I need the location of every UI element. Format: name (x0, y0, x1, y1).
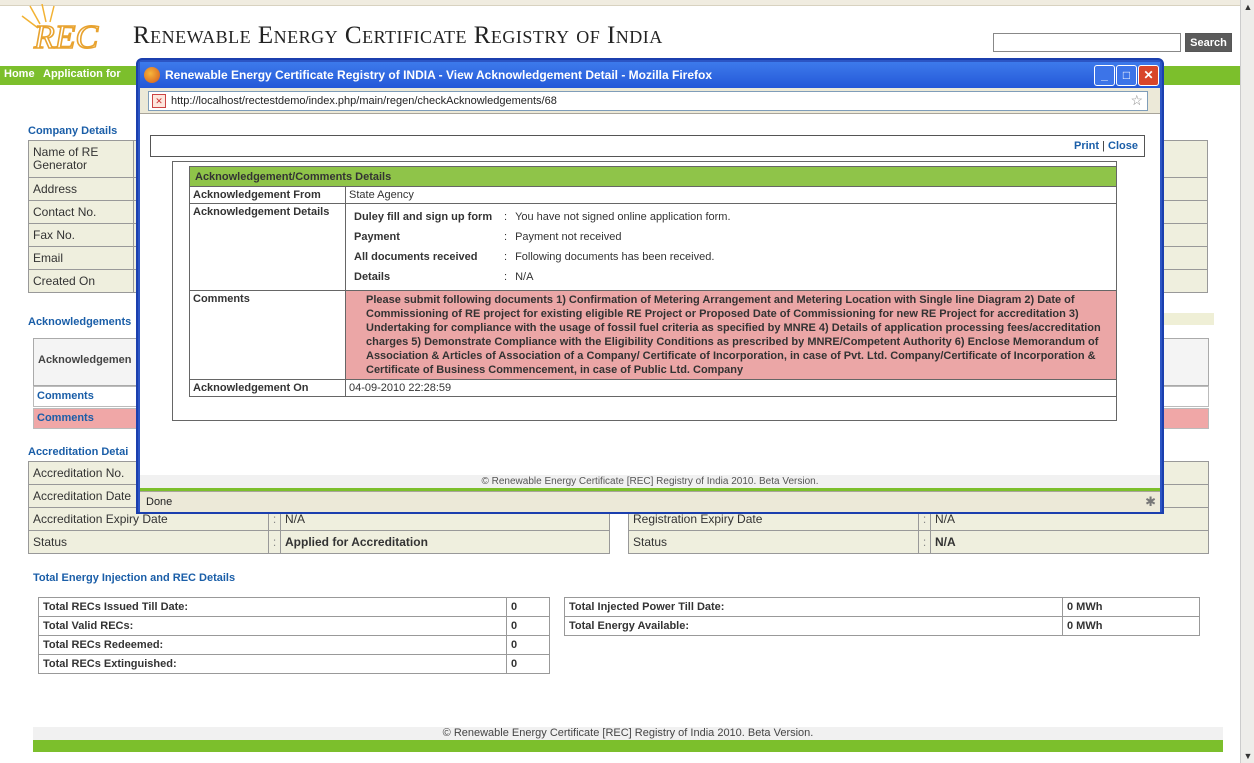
nav-application-for[interactable]: Application for (43, 68, 121, 80)
print-bar: Print | Close (150, 135, 1145, 157)
url-field[interactable]: ✕ http://localhost/rectestdemo/index.php… (148, 91, 1148, 111)
search-button[interactable]: Search (1185, 33, 1232, 52)
acknowledgement-column-header: Acknowledgemen (38, 354, 132, 366)
popup-window: Renewable Energy Certificate Registry of… (136, 58, 1164, 514)
print-link[interactable]: Print (1074, 140, 1099, 152)
company-label: Fax No. (28, 223, 134, 247)
ack-on-value: 04-09-2010 22:28:59 (345, 379, 1116, 397)
totals-value: 0 (506, 654, 550, 674)
site-title: Renewable Energy Certificate Registry of… (133, 22, 663, 49)
accreditation-status-value: Applied for Accreditation (280, 530, 610, 554)
totals-label: Total Valid RECs: (38, 616, 507, 636)
search-input[interactable] (993, 33, 1181, 52)
company-label: Name of RE Generator (28, 140, 134, 178)
company-details-heading: Company Details (28, 125, 118, 137)
details-box: Acknowledgement/Comments Details Acknowl… (172, 161, 1117, 421)
totals-label: Total RECs Redeemed: (38, 635, 507, 655)
comments-text: Please submit following documents 1) Con… (345, 290, 1116, 380)
detail-item-label: Duley fill and sign up form (354, 211, 493, 223)
accreditation-label: Status (28, 530, 269, 554)
detail-item-value: Following documents has been received. (515, 251, 715, 263)
totals-value: 0 (506, 616, 550, 636)
popup-titlebar[interactable]: Renewable Energy Certificate Registry of… (140, 62, 1160, 88)
popup-body: ✕ http://localhost/rectestdemo/index.php… (140, 88, 1160, 512)
comments-link[interactable]: Comments (37, 390, 94, 402)
registration-status-value: N/A (930, 530, 1209, 554)
details-header: Acknowledgement/Comments Details (189, 166, 1116, 187)
detail-item-value: You have not signed online application f… (515, 211, 731, 223)
detail-sep: : (504, 231, 508, 243)
from-label: Acknowledgement From (189, 186, 346, 204)
minimize-icon[interactable]: _ (1094, 65, 1115, 86)
company-label: Created On (28, 269, 134, 293)
detail-item-label: Payment (354, 231, 400, 243)
detail-sep: : (504, 271, 508, 283)
acknowledgements-heading: Acknowledgements (28, 316, 132, 328)
detail-item-value: Payment not received (515, 231, 622, 243)
footer-bar (33, 740, 1223, 752)
comments-label: Comments (189, 290, 346, 380)
svg-text:REC: REC (33, 19, 99, 56)
page-favicon-icon: ✕ (152, 94, 166, 108)
comments-link[interactable]: Comments (37, 412, 94, 424)
company-label: Contact No. (28, 200, 134, 224)
acknowledgement-details-table: Acknowledgement/Comments Details Acknowl… (189, 166, 1116, 397)
ack-on-label: Acknowledgement On (189, 379, 346, 397)
scroll-up-icon[interactable]: ▲ (1243, 2, 1253, 12)
acknowledgements-strip (1160, 313, 1214, 325)
url-text: http://localhost/rectestdemo/index.php/m… (171, 95, 557, 107)
accreditation-details-heading: Accreditation Detai (28, 446, 129, 458)
totals-heading: Total Energy Injection and REC Details (33, 572, 236, 584)
company-label: Address (28, 177, 134, 201)
totals-label: Total RECs Extinguished: (38, 654, 507, 674)
from-value: State Agency (345, 186, 1116, 204)
registration-label: Status (628, 530, 919, 554)
page-footer: © Renewable Energy Certificate [REC] Reg… (33, 727, 1223, 740)
rec-logo[interactable]: REC (20, 3, 130, 57)
totals-value: 0 (506, 635, 550, 655)
energy-totals-table: Total Injected Power Till Date: 0 MWh Tot… (564, 597, 1200, 636)
popup-window-title: Renewable Energy Certificate Registry of… (165, 68, 713, 82)
detail-sep: : (504, 211, 508, 223)
detail-item-label: All documents received (354, 251, 478, 263)
vertical-scrollbar[interactable]: ▲ ▼ (1240, 0, 1254, 763)
company-label: Email (28, 246, 134, 270)
firefox-icon (144, 67, 160, 83)
detail-item-value: N/A (515, 271, 534, 283)
details-subtable: Duley fill and sign up form: You have not… (349, 206, 736, 288)
rec-totals-table: Total RECs Issued Till Date: 0 Total Vali… (38, 597, 550, 674)
scroll-down-icon[interactable]: ▼ (1243, 751, 1253, 761)
bookmark-star-icon[interactable]: ☆ (1130, 92, 1143, 109)
nav-home[interactable]: Home (4, 68, 35, 80)
link-separator: | (1102, 140, 1105, 152)
totals-label: Total RECs Issued Till Date: (38, 597, 507, 617)
resize-grip-icon[interactable]: ✱ (1145, 494, 1156, 510)
close-icon[interactable]: ✕ (1138, 65, 1159, 86)
maximize-icon[interactable]: □ (1116, 65, 1137, 86)
totals-value: 0 MWh (1062, 597, 1200, 617)
totals-label: Total Injected Power Till Date: (564, 597, 1063, 617)
detail-sep: : (504, 251, 508, 263)
popup-footer: © Renewable Energy Certificate [REC] Reg… (140, 475, 1160, 489)
status-text: Done (146, 496, 173, 508)
details-label: Acknowledgement Details (189, 203, 346, 291)
address-bar: ✕ http://localhost/rectestdemo/index.php… (140, 88, 1160, 114)
detail-item-label: Details (354, 271, 391, 283)
totals-value: 0 MWh (1062, 616, 1200, 636)
totals-label: Total Energy Available: (564, 616, 1063, 636)
status-bar: Done ✱ (140, 491, 1160, 512)
close-link[interactable]: Close (1108, 140, 1138, 152)
totals-value: 0 (506, 597, 550, 617)
window-top-edge (0, 0, 1254, 6)
